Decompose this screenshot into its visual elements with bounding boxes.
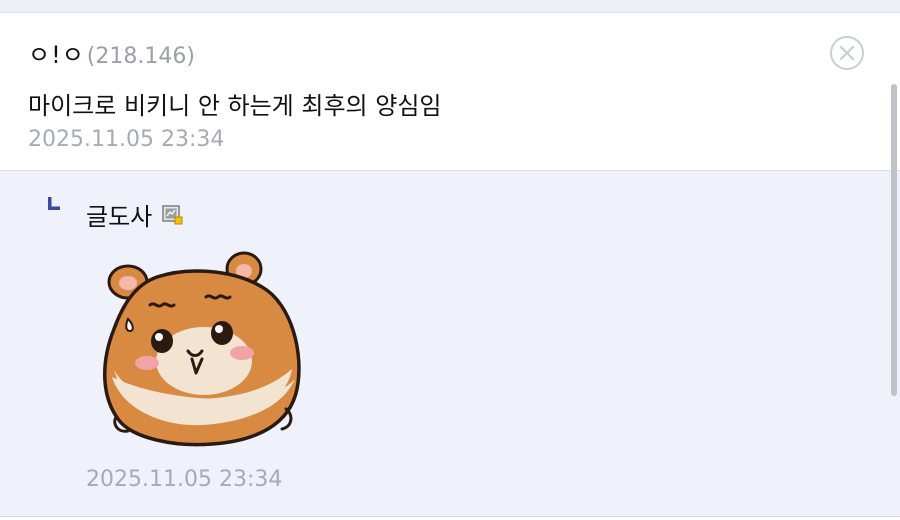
- top-divider: [0, 0, 900, 13]
- comment-thread: ㅇ!ㅇ (218.146) 마이크로 비키니 안 하는게 최후의 양심임 202…: [0, 0, 900, 520]
- close-circle-icon: [839, 45, 855, 61]
- comment-timestamp: 2025.11.05 23:34: [28, 127, 225, 152]
- comment-item: ㅇ!ㅇ (218.146) 마이크로 비키니 안 하는게 최후의 양심임 202…: [0, 13, 900, 171]
- reply-author-row: 글도사: [86, 197, 184, 232]
- gallog-icon[interactable]: [162, 204, 184, 226]
- reply-item: 글도사 2025.11.05 23:34: [0, 171, 900, 517]
- scrollbar-thumb[interactable]: [891, 84, 897, 396]
- hamster-sticker: [103, 251, 301, 447]
- delete-comment-button[interactable]: [830, 36, 864, 70]
- reply-arrow-icon: [48, 197, 60, 210]
- reply-nickname[interactable]: 글도사: [86, 197, 152, 232]
- comment-nickname[interactable]: ㅇ!ㅇ: [28, 35, 85, 70]
- reply-timestamp: 2025.11.05 23:34: [86, 467, 283, 492]
- comment-text: 마이크로 비키니 안 하는게 최후의 양심임: [28, 92, 442, 120]
- comment-ip: (218.146): [86, 44, 195, 69]
- comment-author-row: ㅇ!ㅇ (218.146): [28, 35, 195, 69]
